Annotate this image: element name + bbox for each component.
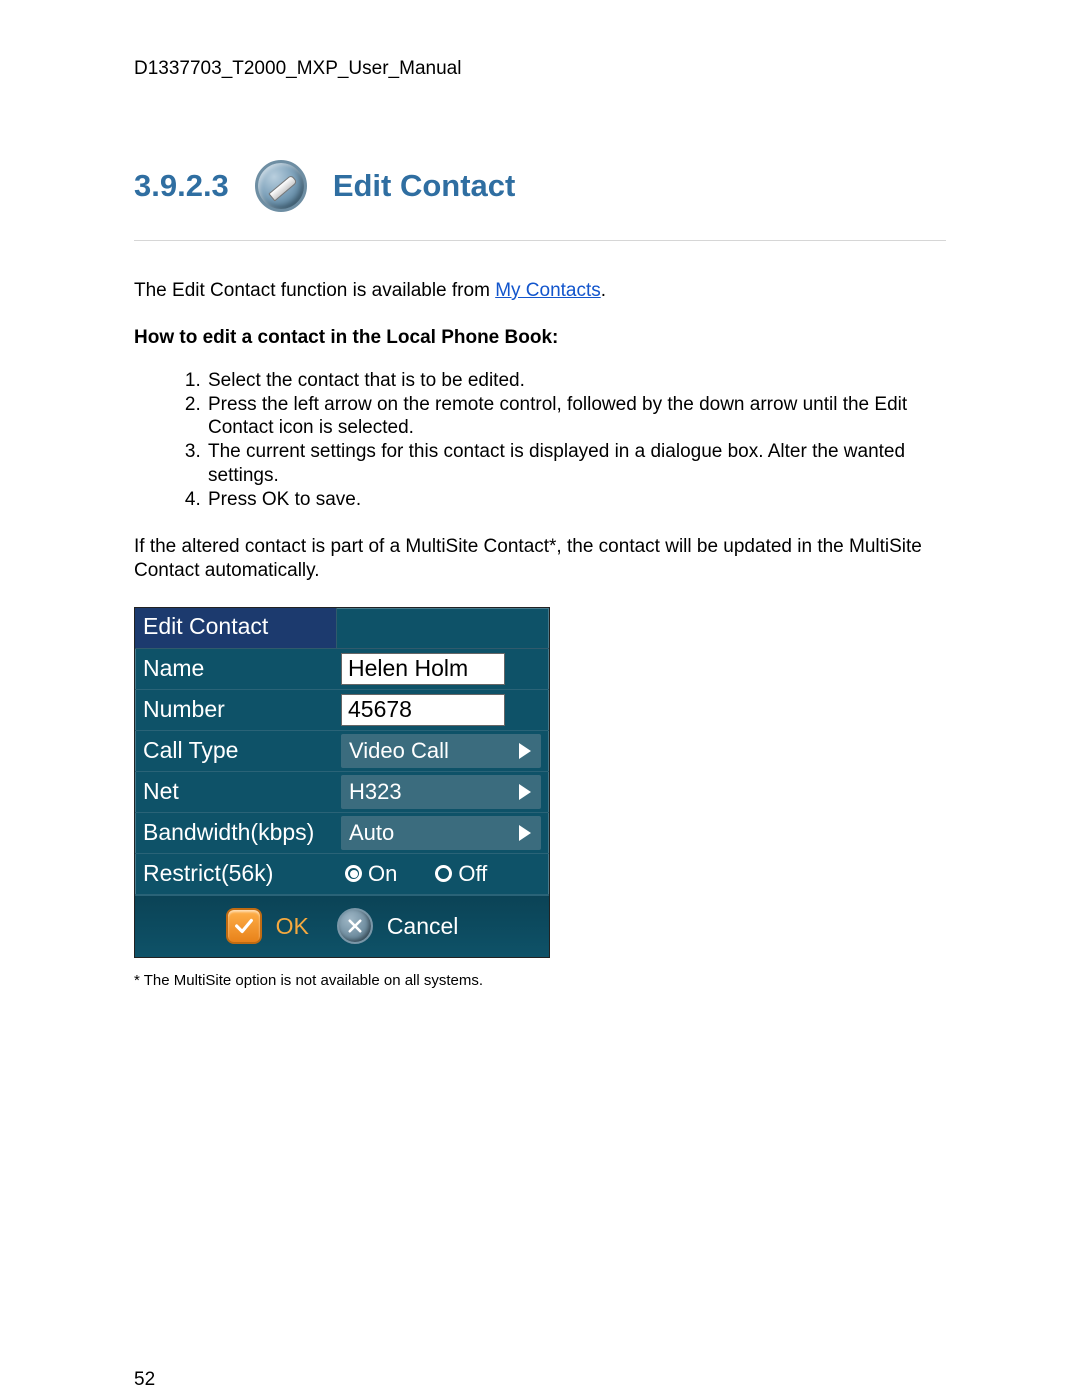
calltype-select[interactable]: Video Call — [341, 734, 541, 768]
step-item: Press OK to save. — [206, 488, 946, 512]
step-item: The current settings for this contact is… — [206, 440, 946, 488]
step-item: Select the contact that is to be edited. — [206, 369, 946, 393]
restrict-on-label: On — [368, 861, 397, 887]
ok-button-label[interactable]: OK — [276, 913, 309, 940]
restrict-label: Restrict(56k) — [135, 860, 337, 887]
restrict-off-label: Off — [458, 861, 487, 887]
dialog-row-number: Number — [135, 690, 549, 731]
dialog-row-name: Name — [135, 649, 549, 690]
arrow-right-icon — [519, 784, 531, 800]
document-header: D1337703_T2000_MXP_User_Manual — [134, 58, 946, 80]
radio-icon — [435, 865, 452, 882]
section-divider — [134, 240, 946, 241]
dialog-title: Edit Contact — [135, 608, 337, 649]
restrict-on-option[interactable]: On — [345, 861, 397, 887]
name-label: Name — [135, 655, 337, 682]
steps-list: Select the contact that is to be edited.… — [206, 369, 946, 512]
arrow-right-icon — [519, 825, 531, 841]
calltype-label: Call Type — [135, 737, 337, 764]
arrow-right-icon — [519, 743, 531, 759]
dialog-footer: OK Cancel — [135, 895, 549, 957]
intro-paragraph: The Edit Contact function is available f… — [134, 279, 946, 303]
footnote: * The MultiSite option is not available … — [134, 972, 946, 989]
name-input[interactable] — [341, 653, 505, 685]
bandwidth-select[interactable]: Auto — [341, 816, 541, 850]
net-label: Net — [135, 778, 337, 805]
restrict-radio-group: On Off — [341, 861, 487, 887]
number-input[interactable] — [341, 694, 505, 726]
my-contacts-link[interactable]: My Contacts — [495, 280, 601, 301]
ok-check-icon[interactable] — [226, 908, 262, 944]
dialog-row-bandwidth: Bandwidth(kbps) Auto — [135, 813, 549, 854]
calltype-value: Video Call — [349, 738, 449, 764]
dialog-row-restrict: Restrict(56k) On Off — [135, 854, 549, 895]
multisite-note: If the altered contact is part of a Mult… — [134, 535, 946, 583]
section-number: 3.9.2.3 — [134, 168, 229, 204]
intro-text-post: . — [601, 280, 606, 301]
step-item: Press the left arrow on the remote contr… — [206, 393, 946, 441]
net-value: H323 — [349, 779, 402, 805]
bandwidth-label: Bandwidth(kbps) — [135, 819, 337, 846]
bandwidth-value: Auto — [349, 820, 394, 846]
number-label: Number — [135, 696, 337, 723]
cancel-x-icon[interactable] — [337, 908, 373, 944]
page-number: 52 — [134, 1369, 946, 1391]
net-select[interactable]: H323 — [341, 775, 541, 809]
radio-icon — [345, 865, 362, 882]
section-heading: 3.9.2.3 Edit Contact — [134, 160, 946, 212]
intro-text-pre: The Edit Contact function is available f… — [134, 280, 495, 301]
cancel-button-label[interactable]: Cancel — [387, 913, 459, 940]
edit-contact-dialog: Edit Contact Name Number Call Type Video… — [134, 607, 550, 958]
dialog-row-calltype: Call Type Video Call — [135, 731, 549, 772]
howto-heading: How to edit a contact in the Local Phone… — [134, 327, 946, 349]
section-title: Edit Contact — [333, 168, 516, 204]
restrict-off-option[interactable]: Off — [435, 861, 487, 887]
edit-pencil-icon — [255, 160, 307, 212]
dialog-row-net: Net H323 — [135, 772, 549, 813]
dialog-title-spacer — [337, 608, 549, 649]
